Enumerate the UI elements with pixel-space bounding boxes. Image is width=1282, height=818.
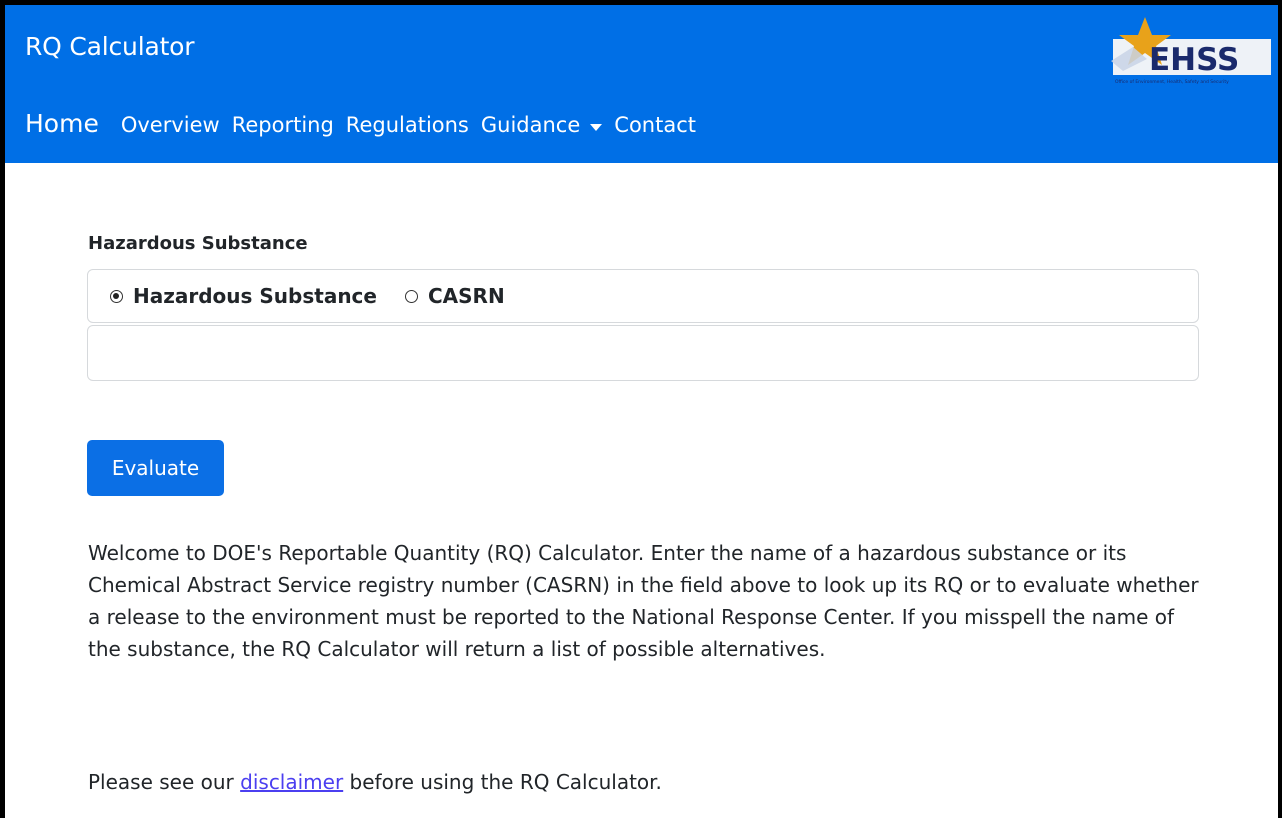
nav-reporting-link[interactable]: Reporting bbox=[232, 113, 334, 137]
disclaimer-suffix: before using the RQ Calculator. bbox=[343, 770, 662, 794]
ehss-logo[interactable]: EHSS Office of Environment, Health, Safe… bbox=[1103, 15, 1273, 87]
search-type-radio-group: Hazardous Substance CASRN bbox=[87, 269, 1199, 323]
nav-guidance-label: Guidance bbox=[480, 113, 581, 137]
radio-casrn[interactable]: CASRN bbox=[404, 284, 505, 308]
nav-regulations-label: Regulations bbox=[345, 113, 469, 137]
star-icon: EHSS Office of Environment, Health, Safe… bbox=[1111, 17, 1271, 85]
app-title: RQ Calculator bbox=[25, 32, 195, 61]
nav-contact-label: Contact bbox=[614, 113, 696, 137]
nav-guidance-dropdown[interactable]: Guidance bbox=[480, 113, 603, 137]
radio-checked-icon[interactable] bbox=[110, 289, 123, 303]
substance-input[interactable] bbox=[87, 325, 1199, 381]
radio-unchecked-icon[interactable] bbox=[404, 289, 418, 303]
nav-overview-label: Overview bbox=[120, 113, 220, 137]
welcome-text: Welcome to DOE's Reportable Quantity (RQ… bbox=[88, 541, 1199, 661]
radio-hazardous-substance[interactable]: Hazardous Substance bbox=[110, 284, 377, 308]
disclaimer-link[interactable]: disclaimer bbox=[240, 770, 343, 794]
radio-casrn-label: CASRN bbox=[427, 284, 505, 308]
nav-home-link[interactable]: Home bbox=[25, 109, 99, 138]
disclaimer-line: Please see our disclaimer before using t… bbox=[88, 770, 662, 794]
main-nav: Home Overview Reporting Regulations Guid… bbox=[25, 109, 708, 138]
nav-overview-link[interactable]: Overview bbox=[121, 113, 220, 137]
nav-reporting-label: Reporting bbox=[231, 113, 334, 137]
page-frame: RQ Calculator EHSS Office of Environment… bbox=[5, 5, 1278, 818]
caret-down-icon bbox=[590, 123, 603, 131]
nav-contact-link[interactable]: Contact bbox=[614, 113, 696, 137]
header-bar: RQ Calculator EHSS Office of Environment… bbox=[5, 5, 1278, 163]
disclaimer-prefix: Please see our bbox=[88, 770, 241, 794]
section-label: Hazardous Substance bbox=[88, 233, 308, 254]
logo-wordmark: EHSS bbox=[1149, 42, 1239, 78]
logo-subtext: Office of Environment, Health, Safety an… bbox=[1115, 79, 1229, 85]
nav-regulations-link[interactable]: Regulations bbox=[346, 113, 469, 137]
evaluate-button[interactable]: Evaluate bbox=[87, 440, 224, 496]
radio-hazardous-substance-label: Hazardous Substance bbox=[133, 284, 377, 308]
